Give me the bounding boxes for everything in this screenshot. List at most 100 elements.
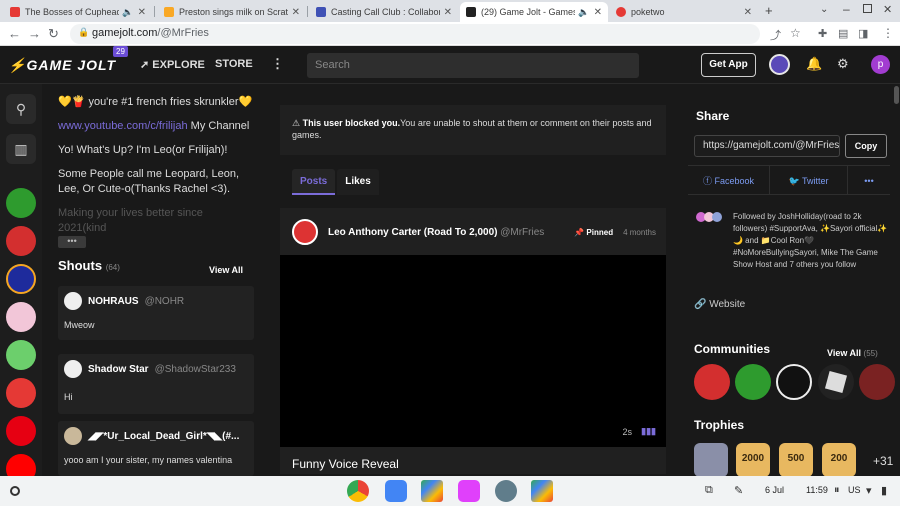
gallery-app-icon[interactable]: [458, 480, 480, 502]
community-roblox-icon[interactable]: [818, 364, 854, 400]
tab-title: The Bosses of Cuphead Ru: [25, 7, 120, 17]
copy-button[interactable]: Copy: [845, 134, 887, 158]
avatar[interactable]: [64, 292, 82, 310]
explore-link[interactable]: ➚ EXPLORE: [140, 58, 205, 71]
back-icon[interactable]: ←: [8, 26, 21, 41]
avatar[interactable]: [64, 360, 82, 378]
tab-search-chevron-icon[interactable]: ⌄: [820, 4, 828, 15]
shout-handle[interactable]: @NOHR: [145, 296, 185, 307]
browser-tab[interactable]: The Bosses of Cuphead Ru 🔈 ✕: [4, 2, 152, 22]
trophy-icon[interactable]: [694, 443, 728, 477]
youtube-link[interactable]: www.youtube.com/c/frilijah: [58, 120, 188, 132]
user-avatar[interactable]: p: [871, 55, 890, 74]
forward-icon[interactable]: →: [28, 26, 41, 41]
website-link[interactable]: 🔗 Website: [694, 299, 745, 310]
close-tab-icon[interactable]: ✕: [444, 7, 452, 18]
page-scrollbar[interactable]: [894, 86, 899, 104]
trophies-more-link[interactable]: +31: [873, 454, 893, 468]
communities-view-all-link[interactable]: View All (55): [827, 348, 878, 358]
play-store-app-icon[interactable]: [531, 480, 553, 502]
close-tab-icon[interactable]: ✕: [138, 7, 146, 18]
minimize-window-button[interactable]: –: [843, 2, 850, 16]
shout-author[interactable]: Shadow Star: [88, 364, 149, 375]
community-splatoon-icon[interactable]: [6, 340, 36, 370]
browser-tab-strip: The Bosses of Cuphead Ru 🔈 ✕ Preston sin…: [0, 0, 900, 22]
home-icon[interactable]: ⚲: [6, 94, 36, 124]
shout-handle[interactable]: @ShadowStar233: [155, 364, 236, 375]
date-display[interactable]: 6 Jul: [765, 485, 784, 495]
community-creeper-icon[interactable]: [735, 364, 771, 400]
maximize-window-button[interactable]: [863, 4, 872, 13]
tab-title: poketwo: [631, 7, 665, 17]
browser-tab[interactable]: Preston sings milk on Scratch ✕: [158, 2, 306, 22]
stylus-icon[interactable]: ✎: [734, 484, 743, 497]
files-app-icon[interactable]: [385, 480, 407, 502]
community-creeper-icon[interactable]: [6, 188, 36, 218]
close-tab-icon[interactable]: ✕: [292, 7, 300, 18]
gamejolt-logo[interactable]: ⚡GAME JOLT: [8, 57, 116, 74]
close-tab-icon[interactable]: ✕: [594, 7, 602, 18]
avatar[interactable]: [712, 212, 722, 222]
community-nintendo-icon[interactable]: [6, 416, 36, 446]
post-timestamp[interactable]: 4 months: [623, 228, 656, 237]
twitter-label: Twitter: [802, 176, 829, 186]
tab-posts[interactable]: Posts: [292, 169, 336, 195]
get-app-button[interactable]: Get App: [701, 53, 756, 77]
chrome-app-icon[interactable]: [347, 480, 369, 502]
community-sonic-icon[interactable]: [6, 264, 36, 294]
trophy-icon[interactable]: 200: [822, 443, 856, 477]
quest-star-icon[interactable]: [769, 54, 790, 75]
more-menu-icon[interactable]: ⋮: [271, 56, 284, 72]
trophy-icon[interactable]: 2000: [736, 443, 770, 477]
community-fnaf-icon[interactable]: [6, 226, 36, 256]
chrome-menu-icon[interactable]: ⋮: [882, 26, 894, 40]
facebook-share-button[interactable]: ⓕ Facebook: [688, 165, 769, 195]
trophy-icon[interactable]: 500: [779, 443, 813, 477]
tab-likes[interactable]: Likes: [337, 169, 379, 195]
input-language[interactable]: US: [848, 485, 861, 495]
video-player[interactable]: 2s ▮▮▮: [280, 255, 666, 447]
communities-count: (55): [863, 349, 878, 358]
avatar[interactable]: [292, 219, 318, 245]
notifications-bell-icon[interactable]: 🔔: [806, 56, 822, 72]
launcher-icon[interactable]: [10, 486, 20, 496]
side-panel-icon[interactable]: ◨: [858, 27, 868, 40]
close-tab-icon[interactable]: ✕: [744, 7, 752, 18]
read-more-button[interactable]: •••: [58, 236, 86, 248]
shout-author[interactable]: ◢◤*Ur_Local_Dead_Girl*◥◣(#...: [88, 431, 239, 442]
post-author[interactable]: Leo Anthony Carter (Road To 2,000): [328, 227, 497, 238]
wifi-icon: ▾: [866, 485, 872, 497]
post-handle[interactable]: @MrFries: [500, 227, 544, 238]
close-window-button[interactable]: ✕: [883, 3, 892, 16]
browser-tab[interactable]: poketwo ✕: [610, 2, 758, 22]
browser-tab[interactable]: Casting Call Club : Collaborati ✕: [310, 2, 458, 22]
shout-author[interactable]: NOHRAUS: [88, 296, 139, 307]
community-mario-icon[interactable]: [6, 378, 36, 408]
avatar[interactable]: [64, 427, 82, 445]
shouts-view-all-link[interactable]: View All: [209, 265, 243, 275]
reload-icon[interactable]: ↻: [48, 26, 59, 42]
community-ddlc-icon[interactable]: [6, 302, 36, 332]
library-icon[interactable]: ▥: [6, 134, 36, 164]
community-sans-icon[interactable]: [776, 364, 812, 400]
new-tab-button[interactable]: +: [765, 3, 773, 18]
time-display[interactable]: 11:59: [806, 485, 828, 495]
address-bar[interactable]: 🔒 gamejolt.com/@MrFries: [70, 24, 760, 44]
store-link[interactable]: STORE: [215, 58, 253, 70]
twitter-share-button[interactable]: 🐦 Twitter: [769, 165, 848, 195]
extensions-icon[interactable]: ✚: [818, 27, 827, 40]
search-input[interactable]: Search: [307, 53, 639, 78]
share-url-field[interactable]: https://gamejolt.com/@MrFries: [694, 135, 840, 157]
browser-tab-active[interactable]: (29) Game Jolt - Games fo 🔈 ✕: [460, 2, 608, 22]
bookmark-star-icon[interactable]: ☆: [790, 26, 801, 40]
screenshot-icon[interactable]: ⧉: [705, 484, 713, 497]
post-title[interactable]: Funny Voice Reveal: [292, 457, 399, 471]
community-among-us-icon[interactable]: [859, 364, 895, 400]
share-icon[interactable]: ⤴: [770, 27, 781, 43]
play-store-app-icon[interactable]: [421, 480, 443, 502]
more-share-button[interactable]: •••: [848, 165, 890, 195]
community-fnaf-icon[interactable]: [694, 364, 730, 400]
reading-list-icon[interactable]: ▤: [838, 27, 848, 40]
activity-icon[interactable]: ⚙: [837, 56, 849, 72]
settings-app-icon[interactable]: [495, 480, 517, 502]
